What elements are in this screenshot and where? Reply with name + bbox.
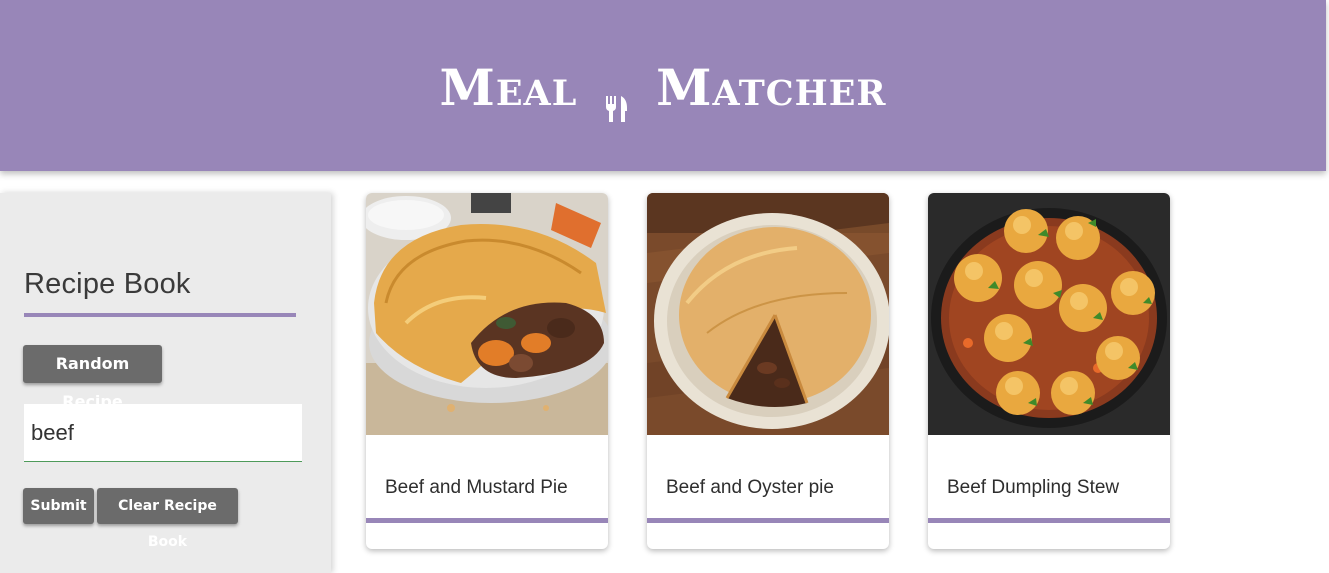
recipe-card[interactable]: Beef and Oyster pie [647,193,889,549]
submit-button[interactable]: Submit [23,488,94,524]
sliced-pie-image[interactable] [647,193,889,435]
recipe-book-divider [24,313,296,317]
recipe-card[interactable]: Beef and Mustard Pie [366,193,608,549]
recipe-card[interactable]: Beef Dumpling Stew [928,193,1170,549]
site-header: Meal Matcher [0,0,1326,171]
recipe-title[interactable]: Beef and Oyster pie [666,477,834,499]
recipe-card-divider [366,518,608,523]
meat-pie-image[interactable] [366,193,608,435]
ingredient-search-input[interactable] [24,404,302,462]
random-recipe-button[interactable]: Random Recipe [23,345,162,411]
dumpling-stew-image[interactable] [928,193,1170,435]
recipe-book-title: Recipe Book [24,268,191,300]
fork-knife-icon [604,71,630,122]
recipe-book-sidebar: Recipe Book Random Recipe Submit Clear R… [0,193,331,573]
site-title[interactable]: Meal Matcher [0,52,1326,124]
site-title-left: Meal [439,58,578,117]
recipe-title[interactable]: Beef Dumpling Stew [947,477,1119,499]
recipe-card-divider [647,518,889,523]
recipe-card-divider [928,518,1170,523]
recipe-title[interactable]: Beef and Mustard Pie [385,477,568,499]
site-title-right: Matcher [656,58,887,117]
clear-recipe-book-button[interactable]: Clear Recipe Book [97,488,238,550]
